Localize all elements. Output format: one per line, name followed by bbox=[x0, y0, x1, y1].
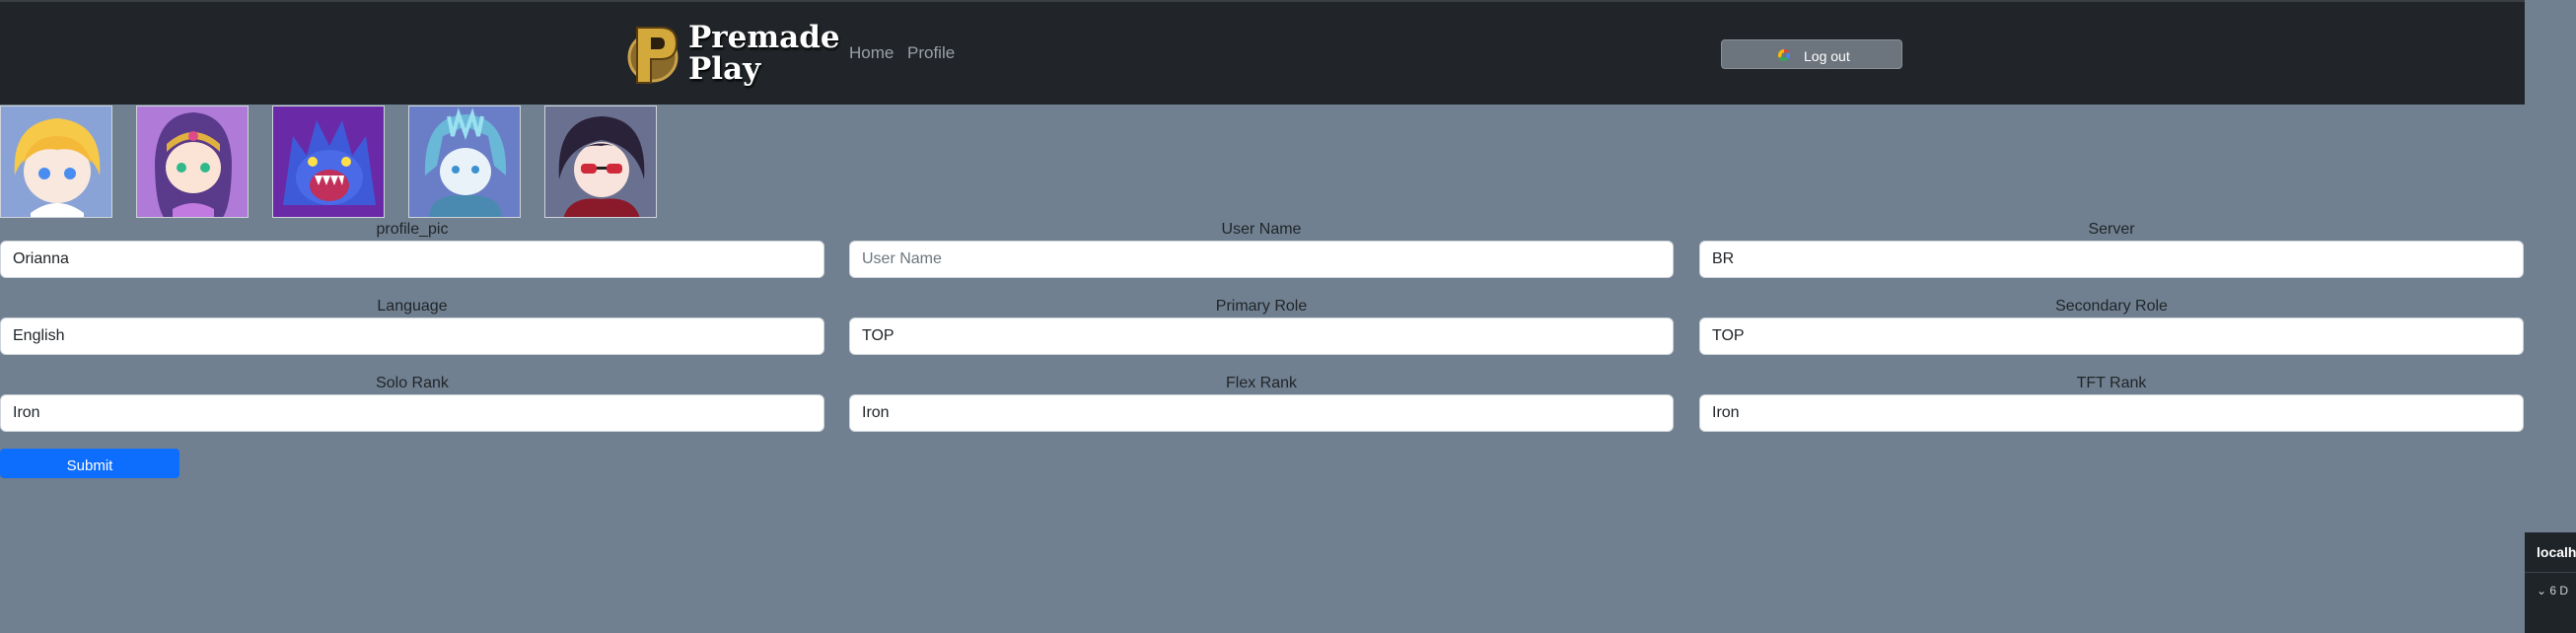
avatar-option-lillia[interactable] bbox=[136, 106, 249, 218]
devtools-divider bbox=[2525, 572, 2576, 573]
lillia-avatar-icon bbox=[137, 106, 248, 217]
primary-role-field[interactable] bbox=[849, 317, 1674, 355]
flex-rank-label: Flex Rank bbox=[1225, 375, 1298, 391]
avatar-option-kogmaw[interactable] bbox=[272, 106, 385, 218]
brand-line-2: Play bbox=[688, 51, 761, 87]
logout-label: Log out bbox=[1804, 48, 1850, 64]
avatar-option-sejuani[interactable] bbox=[408, 106, 521, 218]
sejuani-avatar-icon bbox=[409, 106, 520, 217]
server-field[interactable] bbox=[1699, 241, 2524, 278]
nav-link-profile[interactable]: Profile bbox=[907, 43, 955, 63]
vayne-avatar-icon bbox=[545, 106, 656, 217]
secondary-role-label: Secondary Role bbox=[2055, 298, 2168, 315]
nav-link-home[interactable]: Home bbox=[849, 43, 894, 63]
tft-rank-field[interactable] bbox=[1699, 394, 2524, 432]
navbar: Premade Play Home Profile Log out bbox=[0, 0, 2525, 105]
brand-line-1: Premade bbox=[688, 20, 840, 55]
submit-button[interactable]: Submit bbox=[0, 449, 179, 478]
server-label: Server bbox=[2088, 221, 2135, 238]
user-name-label: User Name bbox=[1221, 221, 1302, 238]
avatar-option-lux[interactable] bbox=[0, 106, 112, 218]
logout-button[interactable]: Log out bbox=[1721, 39, 1902, 69]
devtools-panel: localhost ⌄ 6 D bbox=[2525, 532, 2576, 633]
secondary-role-field[interactable] bbox=[1699, 317, 2524, 355]
google-icon bbox=[1778, 49, 1791, 62]
flex-rank-field[interactable] bbox=[849, 394, 1674, 432]
avatar-option-vayne[interactable] bbox=[544, 106, 657, 218]
primary-role-label: Primary Role bbox=[1215, 298, 1308, 315]
profile-pic-label: profile_pic bbox=[376, 221, 449, 238]
kogmaw-avatar-icon bbox=[273, 106, 384, 217]
solo-rank-field[interactable] bbox=[0, 394, 824, 432]
solo-rank-label: Solo Rank bbox=[376, 375, 449, 391]
devtools-host-label: localhost bbox=[2537, 544, 2576, 560]
chevron-down-icon: ⌄ bbox=[2537, 584, 2547, 598]
brand[interactable]: Premade Play bbox=[627, 18, 840, 93]
premade-play-logo-icon bbox=[627, 27, 679, 84]
user-name-field[interactable] bbox=[849, 241, 1674, 278]
brand-name: Premade Play bbox=[688, 22, 840, 85]
tft-rank-label: TFT Rank bbox=[2076, 375, 2147, 391]
devtools-row[interactable]: ⌄ 6 D bbox=[2537, 584, 2568, 598]
lux-avatar-icon bbox=[1, 106, 111, 217]
devtools-row-label: 6 D bbox=[2549, 584, 2569, 598]
language-label: Language bbox=[377, 298, 448, 315]
profile-pic-field[interactable] bbox=[0, 241, 824, 278]
language-field[interactable] bbox=[0, 317, 824, 355]
